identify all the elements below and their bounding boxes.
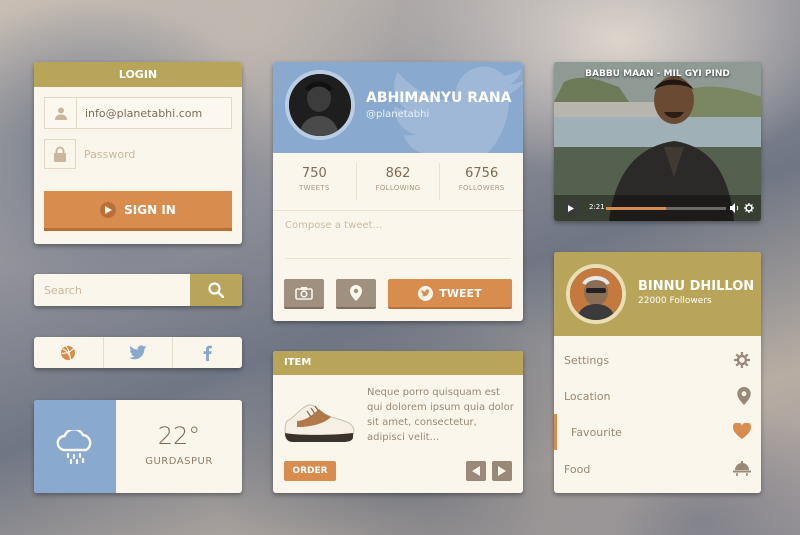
- play-icon: [100, 201, 117, 218]
- email-input[interactable]: [85, 104, 225, 122]
- login-card: LOGIN SIGN IN: [34, 62, 242, 244]
- video-time: 2:21: [589, 203, 605, 211]
- profile-name: ABHIMANYU RANA: [366, 90, 512, 106]
- arrow-left-icon: [472, 466, 480, 476]
- menu-item-food[interactable]: Food: [554, 451, 761, 487]
- stat-label: TWEETS: [299, 184, 330, 192]
- user-menu-header: BINNU DHILLON 22000 Followers: [554, 252, 761, 336]
- stat-label: FOLLOWERS: [458, 184, 505, 192]
- stat-following[interactable]: 862 FOLLOWING: [355, 163, 440, 200]
- divider: [285, 258, 511, 259]
- item-card: ITEM Neque porro quisquam est qui dolore…: [273, 351, 523, 493]
- menu-item-label: Settings: [564, 353, 610, 367]
- attach-photo-button[interactable]: [284, 279, 324, 309]
- stat-value: 6756: [465, 166, 499, 181]
- profile-card: ABHIMANYU RANA @planetabhi 750 TWEETS 86…: [273, 62, 523, 321]
- user-menu-card: BINNU DHILLON 22000 Followers Settings L…: [554, 252, 761, 493]
- menu-item-settings[interactable]: Settings: [554, 342, 761, 378]
- play-button[interactable]: [563, 200, 579, 216]
- twitter-button[interactable]: [104, 337, 174, 368]
- temperature: 22°: [157, 422, 201, 450]
- profile-handle[interactable]: @planetabhi: [366, 109, 429, 120]
- twitter-icon: [418, 285, 434, 301]
- password-field[interactable]: [44, 139, 232, 171]
- search-bar: [34, 274, 242, 306]
- rain-cloud-icon: [56, 429, 92, 464]
- user-icon: [45, 98, 77, 128]
- heart-icon: [733, 423, 751, 439]
- tweet-label: TWEET: [439, 286, 482, 300]
- gear-icon[interactable]: [744, 203, 754, 213]
- profile-banner: ABHIMANYU RANA @planetabhi: [273, 62, 523, 153]
- user-name: BINNU DHILLON: [638, 279, 755, 294]
- profile-stats: 750 TWEETS 862 FOLLOWING 6756 FOLLOWERS: [273, 153, 523, 211]
- weather-widget: 22° GURDASPUR: [34, 400, 242, 493]
- city-name: GURDASPUR: [145, 456, 213, 467]
- video-seekbar[interactable]: [606, 207, 726, 210]
- twitter-icon: [129, 345, 147, 360]
- add-location-button[interactable]: [336, 279, 376, 309]
- gear-icon: [734, 352, 750, 368]
- stat-label: FOLLOWING: [375, 184, 421, 192]
- item-description: Neque porro quisquam est qui dolorem ips…: [367, 387, 514, 443]
- shoe-image: [284, 404, 355, 442]
- stat-followers[interactable]: 6756 FOLLOWERS: [439, 163, 523, 200]
- dribbble-button[interactable]: [34, 337, 104, 368]
- order-button[interactable]: ORDER: [284, 461, 336, 481]
- sign-in-button[interactable]: SIGN IN: [44, 191, 232, 231]
- location-pin-icon: [350, 285, 362, 301]
- item-title: ITEM: [273, 351, 523, 375]
- camera-icon: [295, 287, 313, 300]
- video-title: BABBU MAAN - MIL GYI PIND: [585, 69, 730, 79]
- avatar[interactable]: [566, 264, 626, 324]
- facebook-icon: [203, 345, 213, 361]
- lock-icon: [44, 139, 76, 169]
- menu-item-location[interactable]: Location: [554, 378, 761, 414]
- facebook-button[interactable]: [173, 337, 242, 368]
- play-icon: [568, 204, 574, 212]
- email-field[interactable]: [44, 97, 232, 129]
- arrow-right-icon: [498, 466, 506, 476]
- location-pin-icon: [737, 387, 751, 405]
- search-button[interactable]: [190, 274, 242, 306]
- avatar[interactable]: [285, 70, 355, 140]
- search-icon: [208, 282, 224, 298]
- video-player[interactable]: BABBU MAAN - MIL GYI PIND 2:21: [554, 62, 761, 221]
- stat-value: 750: [301, 166, 327, 181]
- menu-item-label: Food: [564, 462, 591, 476]
- user-followers: 22000 Followers: [638, 296, 712, 306]
- weather-icon-panel: [34, 400, 116, 493]
- video-controls: 2:21: [554, 195, 761, 221]
- sign-in-label: SIGN IN: [124, 202, 176, 217]
- menu-item-favourite[interactable]: Favourite: [554, 414, 761, 450]
- social-bar: [34, 337, 242, 368]
- food-tray-icon: [733, 461, 751, 476]
- login-title: LOGIN: [34, 62, 242, 87]
- dribbble-icon: [61, 345, 76, 360]
- menu-item-label: Location: [564, 389, 611, 403]
- tweet-button[interactable]: TWEET: [388, 279, 512, 309]
- compose-tweet-input[interactable]: [285, 220, 511, 258]
- stat-tweets[interactable]: 750 TWEETS: [273, 153, 356, 210]
- password-input[interactable]: [84, 145, 224, 163]
- search-input[interactable]: [34, 274, 190, 306]
- previous-button[interactable]: [466, 461, 486, 481]
- stat-value: 862: [385, 166, 411, 181]
- next-button[interactable]: [492, 461, 512, 481]
- menu-item-label: Favourite: [571, 425, 622, 439]
- volume-icon[interactable]: [730, 203, 740, 213]
- video-progress: [606, 207, 666, 210]
